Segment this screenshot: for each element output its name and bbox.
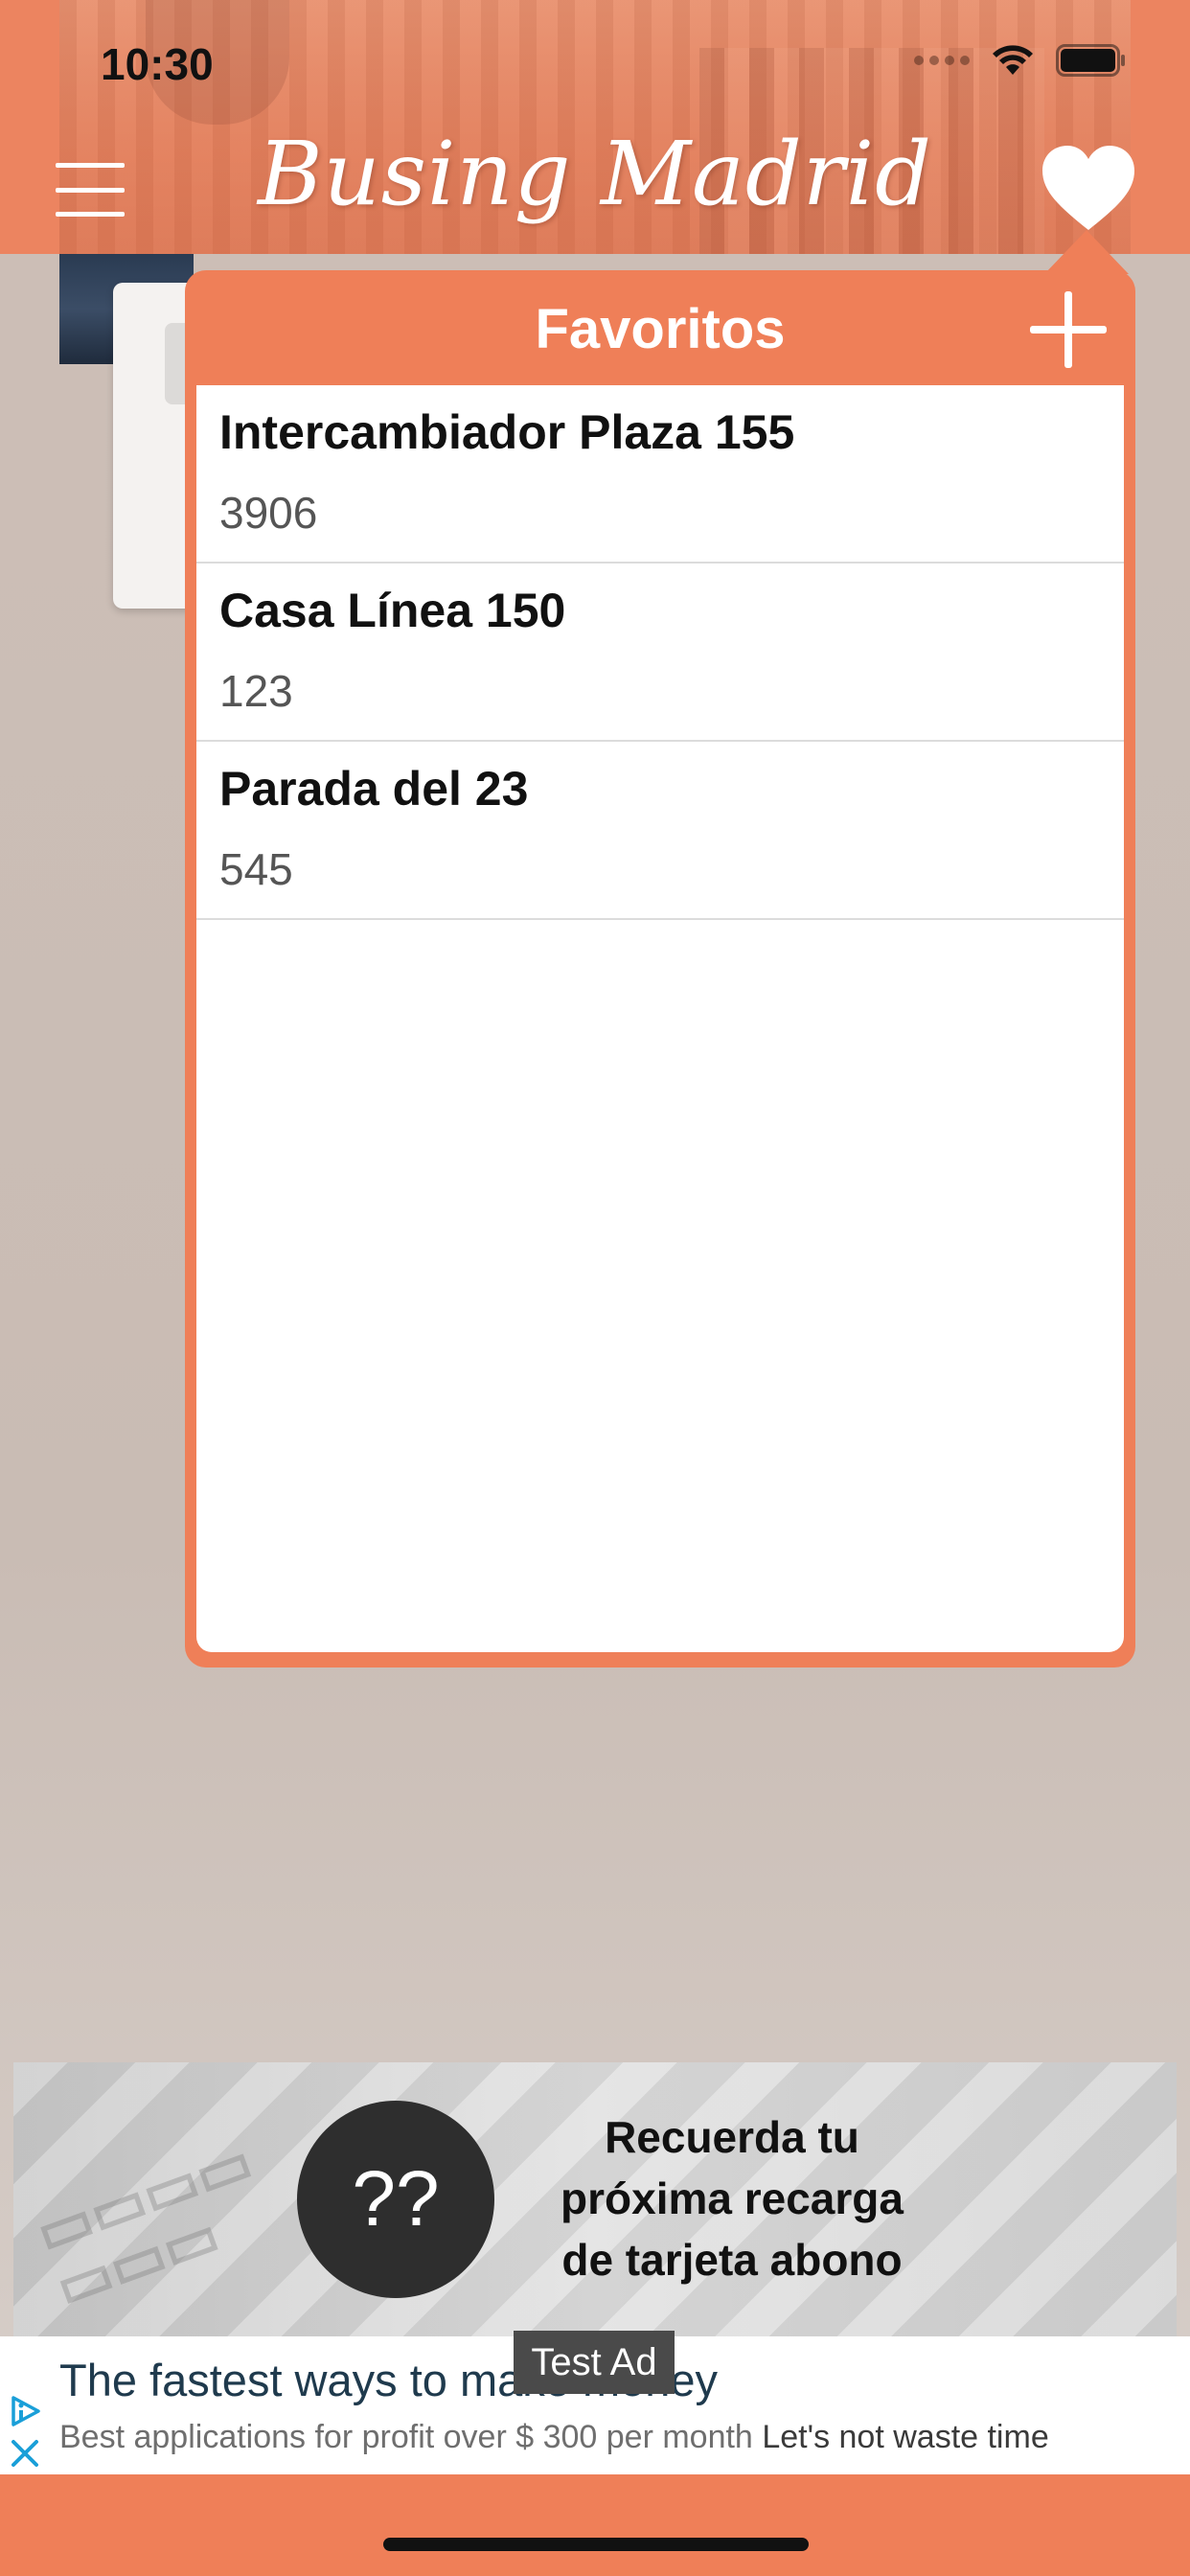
ad-body-text: Best applications for profit over $ 300 …	[59, 2419, 753, 2455]
list-item[interactable]: Casa Línea 150 123	[196, 564, 1124, 742]
favorite-code: 123	[219, 666, 293, 716]
popover-arrow	[1044, 230, 1129, 274]
list-item[interactable]: Intercambiador Plaza 155 3906	[196, 385, 1124, 564]
signal-icon	[914, 56, 970, 65]
favorite-code: 545	[219, 844, 293, 894]
promo-background-card: ▭▭▭▭ ▭▭▭	[27, 2128, 262, 2322]
favorite-name: Parada del 23	[219, 762, 529, 816]
promo-banner[interactable]: ▭▭▭▭ ▭▭▭ ?? Recuerda tu próxima recarga d…	[13, 2062, 1177, 2336]
ad-body: Best applications for profit over $ 300 …	[59, 2419, 1049, 2456]
home-indicator[interactable]	[383, 2538, 809, 2551]
favorites-popover: Favoritos Intercambiador Plaza 155 3906 …	[185, 270, 1135, 1668]
battery-icon	[1056, 44, 1127, 77]
promo-text: Recuerda tu próxima recarga de tarjeta a…	[531, 2106, 933, 2290]
favorite-code: 3906	[219, 488, 318, 538]
popover-title: Favoritos	[535, 298, 786, 360]
adchoices-icon[interactable]	[8, 2394, 42, 2428]
heart-icon[interactable]	[1041, 144, 1136, 234]
close-icon[interactable]	[8, 2436, 42, 2471]
app-title: Busing Madrid	[257, 123, 933, 225]
promo-line-3: de tarjeta abono	[561, 2235, 903, 2285]
ad-body-emphasis: Let's not waste time	[762, 2419, 1049, 2455]
app-header: 10:30 Busing Madrid	[0, 0, 1190, 254]
promo-line-1: Recuerda tu	[605, 2112, 859, 2162]
promo-line-2: próxima recarga	[561, 2174, 904, 2223]
test-ad-label: Test Ad	[514, 2331, 675, 2394]
status-icons	[914, 44, 1127, 77]
promo-badge: ??	[297, 2101, 494, 2298]
favorite-name: Intercambiador Plaza 155	[219, 405, 795, 459]
list-item[interactable]: Parada del 23 545	[196, 742, 1124, 920]
status-time: 10:30	[101, 39, 214, 89]
wifi-icon	[991, 44, 1035, 77]
favorites-list: Intercambiador Plaza 155 3906 Casa Línea…	[196, 385, 1124, 1652]
plus-icon[interactable]	[1030, 291, 1107, 368]
bottom-bar	[0, 2474, 1190, 2576]
favorite-name: Casa Línea 150	[219, 584, 566, 637]
